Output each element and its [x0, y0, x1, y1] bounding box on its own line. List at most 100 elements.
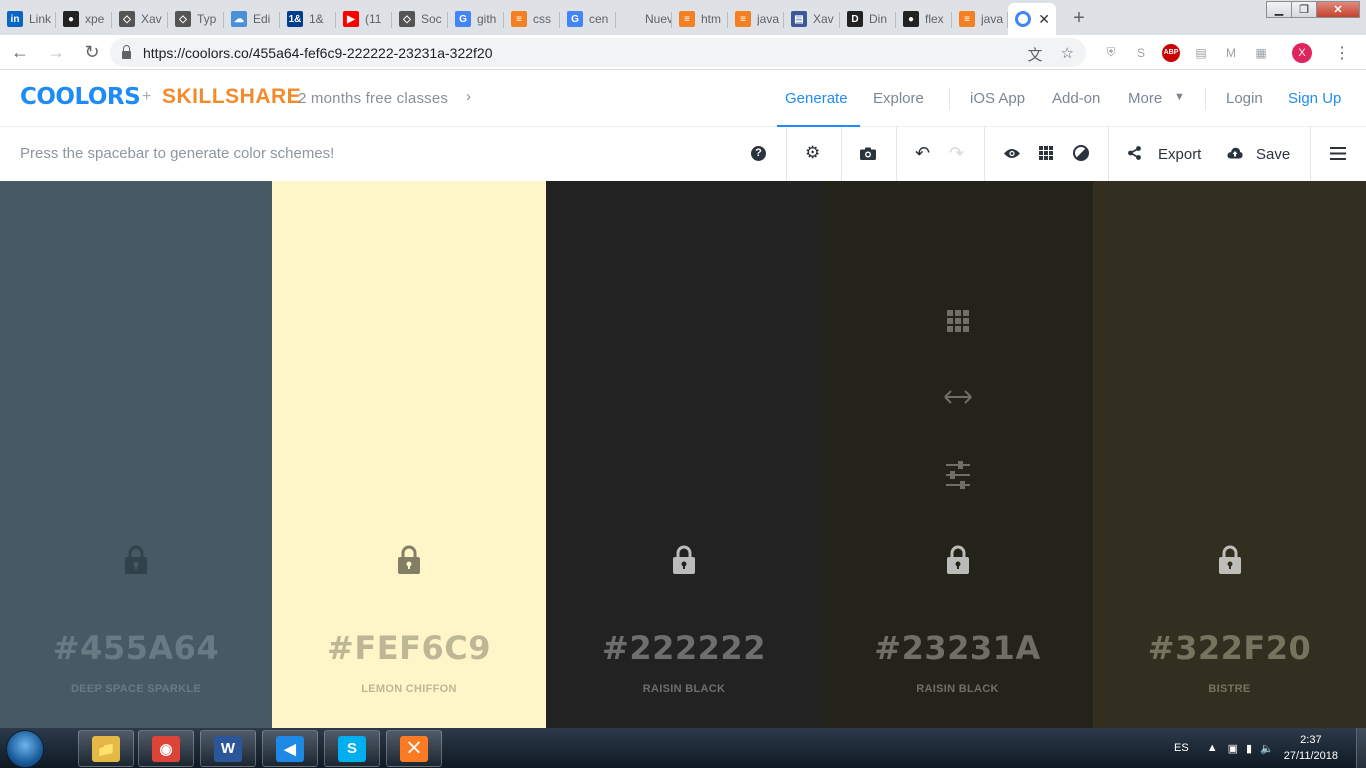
taskbar-app-explorer[interactable]: 📁: [78, 730, 134, 767]
volume-icon[interactable]: 🔈: [1260, 742, 1274, 755]
color-swatch[interactable]: #455A64 DEEP SPACE SPARKLE: [0, 181, 272, 728]
nav-addon[interactable]: Add-on: [1052, 90, 1100, 107]
back-button[interactable]: ←: [4, 36, 36, 68]
taskbar-app-chrome[interactable]: ◉: [138, 730, 194, 767]
nav-login[interactable]: Login: [1226, 90, 1263, 107]
grid-shades-icon[interactable]: [946, 309, 970, 338]
pdf-extension-icon[interactable]: ▤: [1192, 44, 1210, 62]
tray-language[interactable]: ES: [1174, 742, 1189, 754]
taskbar-app-vscode[interactable]: ◀: [262, 730, 318, 767]
nav-ios-app[interactable]: iOS App: [970, 90, 1025, 107]
export-button[interactable]: Export: [1158, 146, 1201, 163]
browser-tab[interactable]: ● flex: [896, 3, 952, 35]
browser-tab[interactable]: ≡ css: [504, 3, 560, 35]
browser-tab[interactable]: ☁ Edi: [224, 3, 280, 35]
color-name: RAISIN BLACK: [916, 683, 999, 695]
nav-signup[interactable]: Sign Up: [1288, 90, 1341, 107]
hex-code[interactable]: #23231A: [822, 629, 1093, 667]
browser-tab[interactable]: 1& 1&: [280, 3, 336, 35]
address-bar[interactable]: https://coolors.co/455a64-fef6c9-222222-…: [110, 38, 1086, 67]
toolbar-divider: [1108, 127, 1109, 181]
translate-icon[interactable]: 文: [1028, 44, 1043, 65]
browser-tab[interactable]: ≡ java: [952, 3, 1008, 35]
tab-title: flex: [925, 12, 944, 26]
adjust-sliders-icon[interactable]: [945, 461, 971, 494]
nav-more[interactable]: More: [1128, 90, 1162, 107]
nav-explore[interactable]: Explore: [873, 90, 924, 107]
lock-icon[interactable]: [124, 545, 148, 575]
color-swatch[interactable]: #FEF6C9 LEMON CHIFFON: [272, 181, 546, 728]
reload-button[interactable]: ↻: [76, 36, 108, 68]
browser-tab[interactable]: ◇ Typ: [168, 3, 224, 35]
undo-icon[interactable]: ↶: [915, 142, 930, 164]
window-close-button[interactable]: ✕: [1316, 1, 1360, 18]
browser-tab[interactable]: ● xpe: [56, 3, 112, 35]
color-name: BISTRE: [1208, 683, 1251, 695]
cloud-upload-icon[interactable]: [1227, 142, 1243, 164]
nav-divider: [1205, 88, 1206, 110]
nav-generate[interactable]: Generate: [785, 90, 848, 107]
browser-tab[interactable]: D Din: [840, 3, 896, 35]
browser-tab[interactable]: ≡ java: [728, 3, 784, 35]
browser-tab[interactable]: Ggith: [448, 3, 504, 35]
eye-icon[interactable]: [1004, 142, 1020, 164]
calendar-extension-icon[interactable]: ▦: [1252, 44, 1270, 62]
tab-close-icon[interactable]: ✕: [1038, 11, 1050, 28]
color-swatch[interactable]: #322F20 BISTRE: [1093, 181, 1366, 728]
share-icon[interactable]: [1128, 142, 1141, 164]
bookmark-star-icon[interactable]: ☆: [1061, 44, 1074, 65]
browser-tab[interactable]: Gcen: [560, 3, 616, 35]
grid-view-icon[interactable]: [1039, 142, 1053, 164]
windows-start-button[interactable]: [6, 730, 44, 768]
mv-extension-icon[interactable]: M: [1222, 44, 1240, 62]
browser-tab[interactable]: Nueva p: [616, 3, 672, 35]
taskbar-clock[interactable]: 2:37 27/11/2018: [1284, 732, 1338, 764]
drag-arrows-icon[interactable]: [943, 389, 973, 410]
taskbar-app-xampp[interactable]: ⨉: [386, 730, 442, 767]
help-icon[interactable]: ?: [751, 142, 766, 164]
tray-expand-icon[interactable]: ▲: [1207, 742, 1218, 754]
forward-button[interactable]: →: [40, 36, 72, 68]
show-desktop-button[interactable]: [1356, 728, 1366, 768]
tab-title: 1&: [309, 12, 324, 26]
hex-code[interactable]: #FEF6C9: [272, 629, 546, 667]
adblock-extension-icon[interactable]: ABP: [1162, 43, 1180, 62]
browser-menu-icon[interactable]: ⋮: [1334, 43, 1350, 63]
redo-icon[interactable]: ↷: [949, 142, 964, 164]
hex-code[interactable]: #455A64: [0, 629, 272, 667]
browser-tab-active[interactable]: ✕: [1008, 3, 1056, 35]
minimize-button[interactable]: ▁: [1266, 1, 1292, 18]
hex-code[interactable]: #322F20: [1093, 629, 1366, 667]
promo-link[interactable]: 2 months free classes: [298, 90, 448, 107]
browser-tab[interactable]: ▤ Xav: [784, 3, 840, 35]
save-button[interactable]: Save: [1256, 146, 1290, 163]
hamburger-menu-icon[interactable]: [1330, 142, 1346, 164]
lock-icon[interactable]: [672, 545, 696, 575]
lock-icon[interactable]: [946, 545, 970, 575]
hex-code[interactable]: #222222: [546, 629, 822, 667]
lock-icon[interactable]: [397, 545, 421, 575]
skype-extension-icon[interactable]: S: [1132, 44, 1150, 62]
skillshare-logo[interactable]: SKILLSHARE: [162, 85, 301, 109]
browser-tab[interactable]: ◇ Xav: [112, 3, 168, 35]
network-icon[interactable]: ▣: [1228, 742, 1238, 755]
browser-tab[interactable]: ▶ (11: [336, 3, 392, 35]
nav-divider: [949, 88, 950, 110]
coolors-logo[interactable]: COOLORS: [20, 84, 141, 110]
settings-gear-icon[interactable]: ⚙: [805, 142, 820, 164]
new-tab-button[interactable]: +: [1066, 5, 1092, 31]
taskbar-app-skype[interactable]: S: [324, 730, 380, 767]
color-swatch[interactable]: #222222 RAISIN BLACK: [546, 181, 822, 728]
lock-icon[interactable]: [1218, 545, 1242, 575]
contrast-icon[interactable]: [1073, 142, 1089, 164]
maximize-button[interactable]: ❐: [1291, 1, 1317, 18]
browser-tab[interactable]: in Link: [0, 3, 56, 35]
shield-extension-icon[interactable]: ⛨: [1102, 44, 1120, 62]
power-icon[interactable]: ▮: [1246, 742, 1252, 755]
taskbar-app-word[interactable]: W: [200, 730, 256, 767]
profile-avatar[interactable]: X: [1292, 42, 1312, 63]
color-swatch[interactable]: #23231A RAISIN BLACK: [822, 181, 1093, 728]
browser-tab[interactable]: ≡ htm: [672, 3, 728, 35]
browser-tab[interactable]: ◇ Soc: [392, 3, 448, 35]
camera-icon[interactable]: [860, 142, 876, 164]
